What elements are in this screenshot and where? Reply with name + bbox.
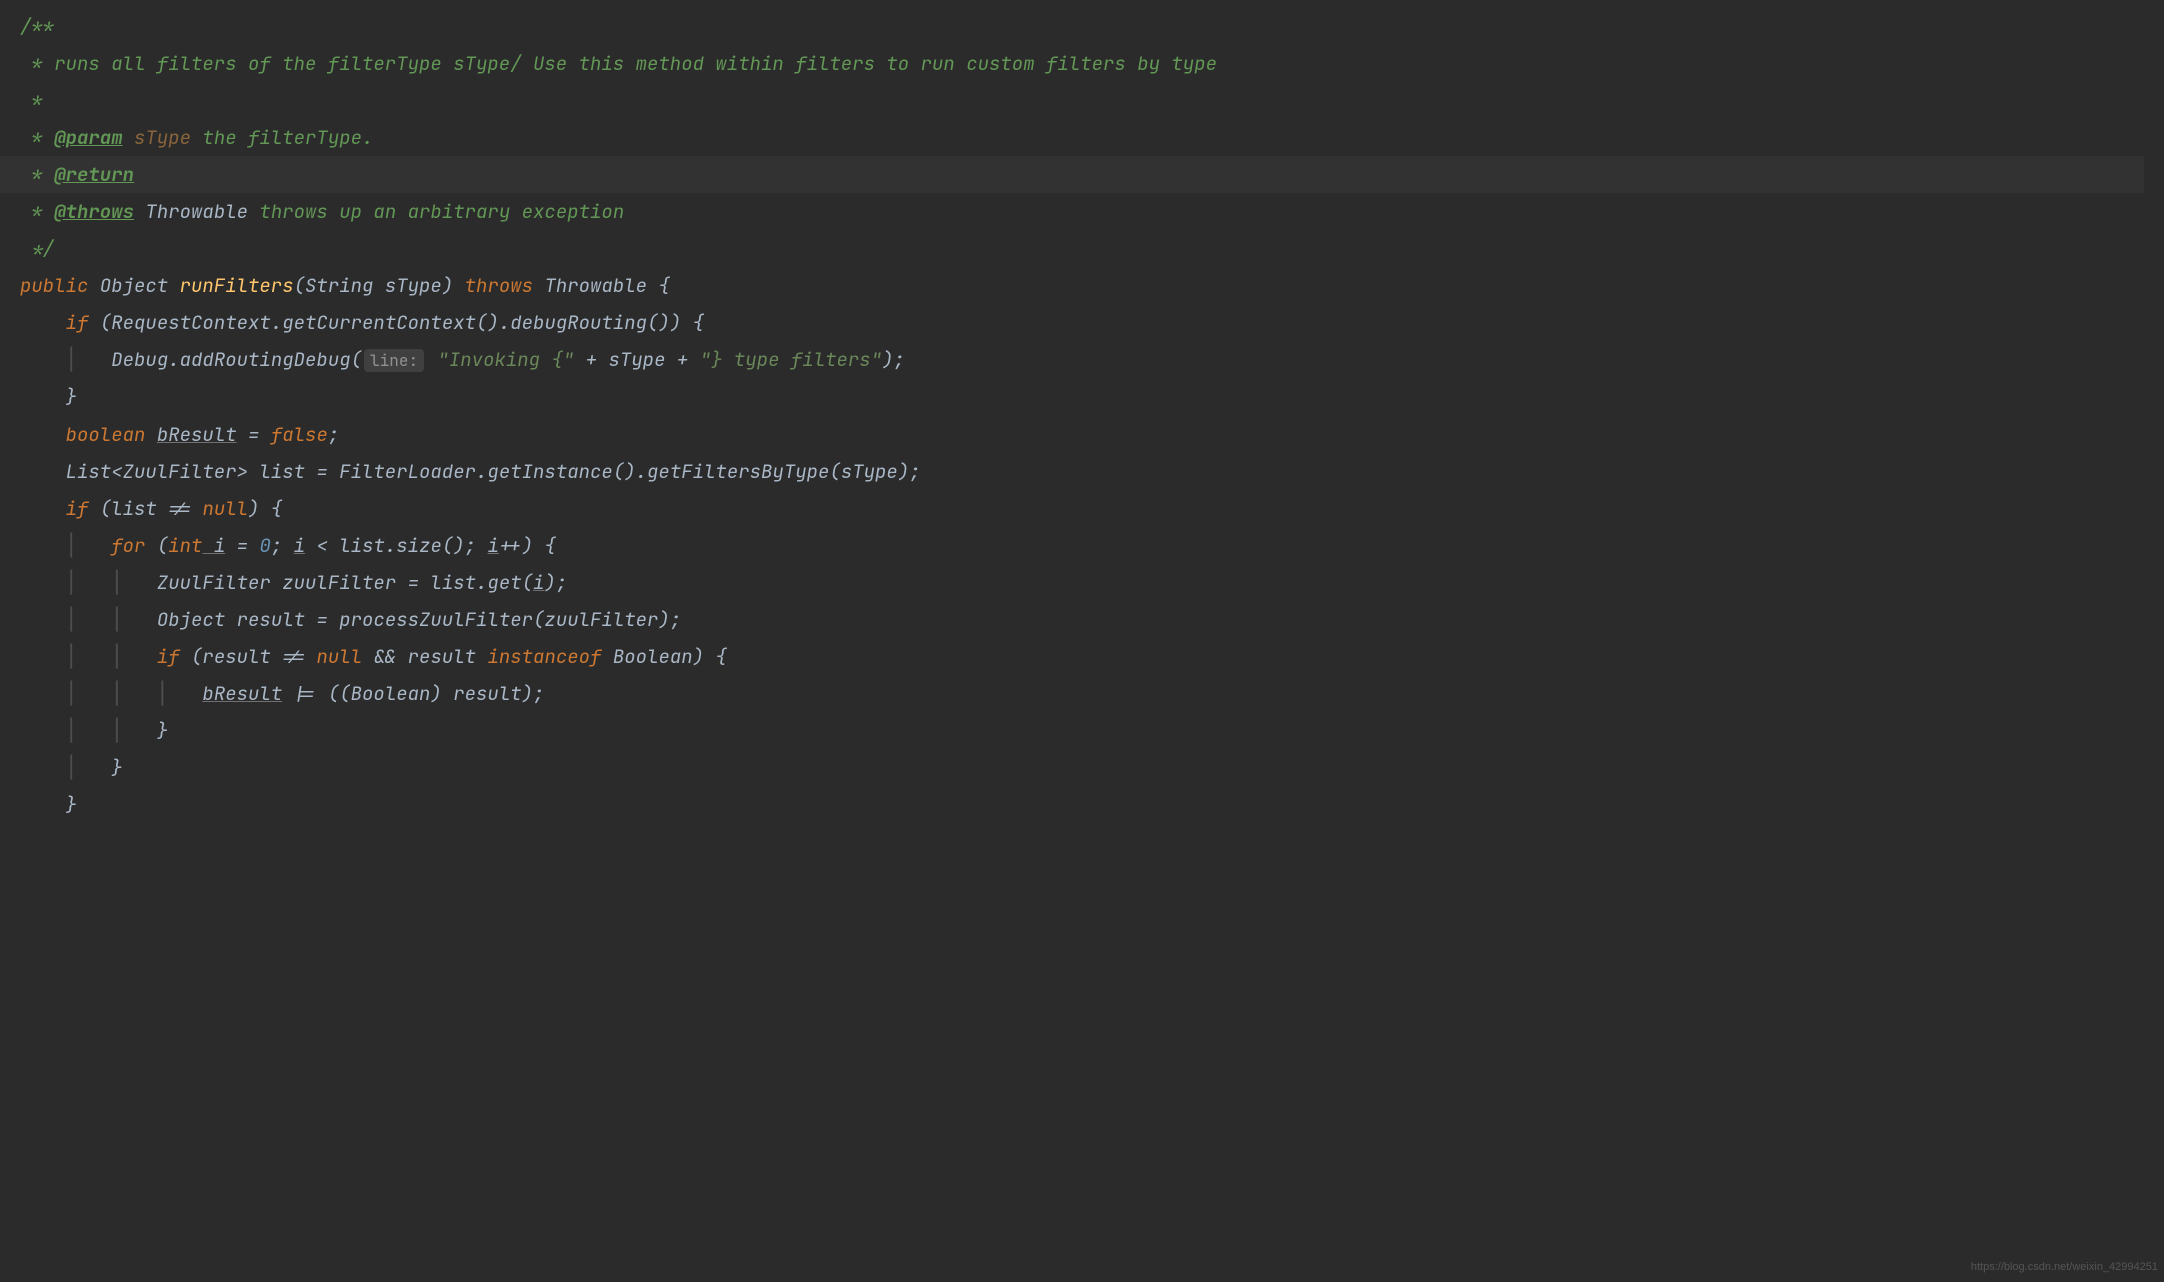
code-line: */ [20,230,2164,267]
code-line: /** [20,8,2164,45]
code-line: if (RequestContext.getCurrentContext().d… [20,304,2164,341]
code-line: } [20,786,2164,823]
code-editor[interactable]: /** * runs all filters of the filterType… [0,0,2164,823]
param-hint: line: [364,349,424,372]
code-line: │ │ │ bResult |= ((Boolean) result); [20,675,2164,712]
code-line: * runs all filters of the filterType sTy… [20,45,2164,82]
code-line: if (list != null) { [20,490,2164,527]
code-line: │ Debug.addRoutingDebug(line: "Invoking … [20,341,2164,378]
code-line: │ } [20,749,2164,786]
code-line: List<ZuulFilter> list = FilterLoader.get… [20,453,2164,490]
code-line: } [20,378,2164,415]
code-line: * @param sType the filterType. [20,119,2164,156]
watermark: https://blog.csdn.net/weixin_42994251 [1971,1257,2158,1278]
code-line: public Object runFilters(String sType) t… [20,267,2164,304]
code-line: │ │ ZuulFilter zuulFilter = list.get(i); [20,564,2164,601]
code-line: │ │ if (result != null && result instanc… [20,638,2164,675]
code-line: │ for (int i = 0; i < list.size(); i++) … [20,527,2164,564]
code-line: boolean bResult = false; [20,416,2164,453]
code-line-highlighted: * @return [0,156,2144,193]
code-line: │ │ Object result = processZuulFilter(zu… [20,601,2164,638]
code-line: * [20,82,2164,119]
code-line: * @throws Throwable throws up an arbitra… [20,193,2164,230]
code-line: │ │ } [20,712,2164,749]
